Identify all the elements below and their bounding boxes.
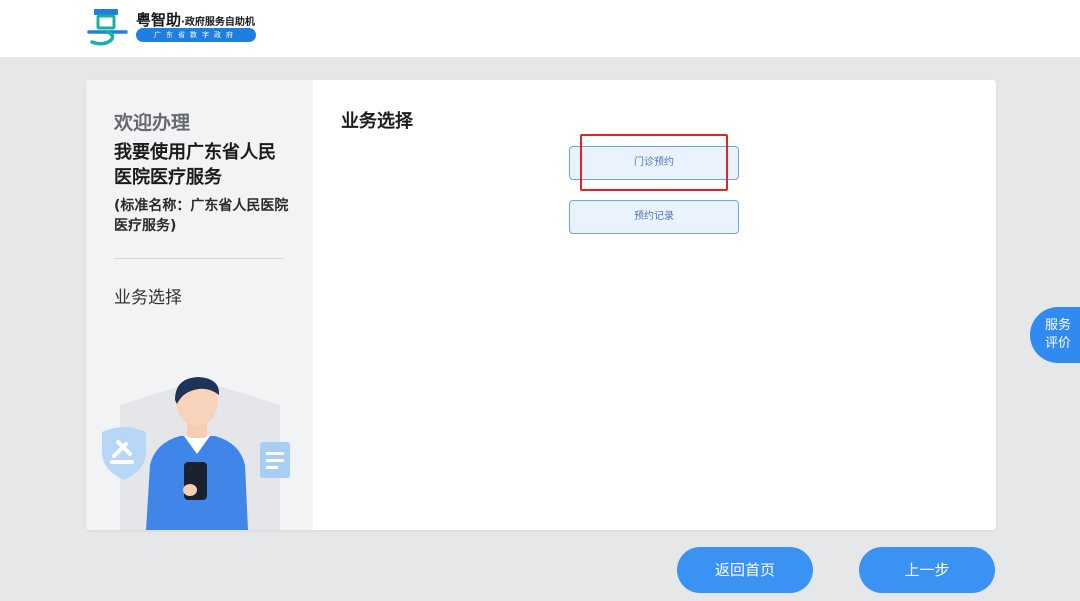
highlight-box bbox=[580, 134, 728, 191]
previous-step-button[interactable]: 上一步 bbox=[859, 547, 995, 593]
service-rating-button[interactable]: 服务 评价 bbox=[1030, 307, 1080, 363]
standard-name: (标准名称：广东省人民医院医疗服务) bbox=[114, 198, 289, 234]
return-home-button[interactable]: 返回首页 bbox=[677, 547, 813, 593]
sidebar: 欢迎办理 我要使用广东省人民医院医疗服务 (标准名称：广东省人民医院医疗服务) … bbox=[86, 80, 313, 530]
appointment-records-button[interactable]: 预约记录 bbox=[569, 200, 739, 234]
app-subtitle-badge: 广东省数字政府 bbox=[136, 28, 256, 42]
current-step-label: 业务选择 bbox=[114, 288, 182, 308]
brand-logo: 粤智助·政府服务自助机 广东省数字政府 bbox=[86, 6, 261, 48]
rating-label-line2: 评价 bbox=[1045, 336, 1072, 351]
user-illustration bbox=[102, 377, 290, 530]
document-icon bbox=[260, 442, 290, 478]
main-panel: 欢迎办理 我要使用广东省人民医院医疗服务 (标准名称：广东省人民医院医疗服务) … bbox=[86, 80, 996, 530]
app-suffix: ·政府服务自助机 bbox=[181, 17, 255, 28]
sidebar-divider bbox=[114, 258, 284, 259]
rating-label-line1: 服务 bbox=[1045, 318, 1072, 333]
service-name: 我要使用广东省人民医院医疗服务 bbox=[114, 142, 276, 188]
yue-logo-icon bbox=[87, 9, 128, 46]
app-title: 粤智助·政府服务自助机 bbox=[136, 9, 255, 30]
section-title: 业务选择 bbox=[341, 111, 413, 132]
top-bar: 粤智助·政府服务自助机 广东省数字政府 bbox=[0, 0, 1080, 57]
welcome-text: 欢迎办理 bbox=[114, 112, 191, 134]
app-name: 粤智助 bbox=[136, 11, 182, 29]
